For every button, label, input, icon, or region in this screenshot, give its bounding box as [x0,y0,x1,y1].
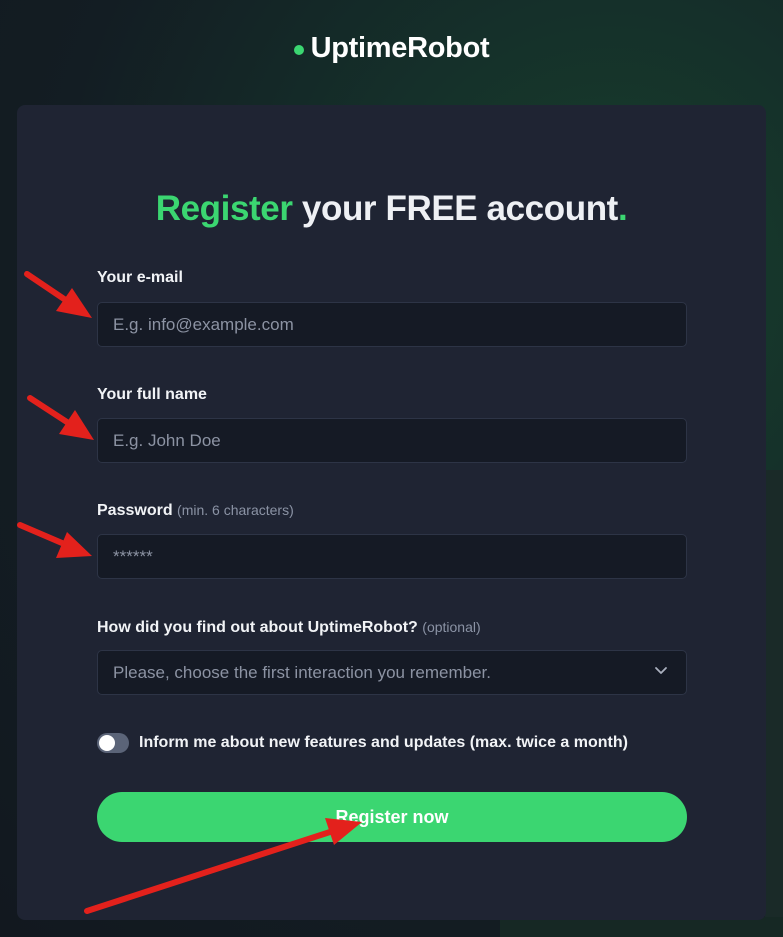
password-field[interactable] [98,535,686,578]
source-label-text: How did you find out about UptimeRobot? [97,619,418,636]
newsletter-toggle[interactable] [97,733,129,753]
source-select-value: Please, choose the first interaction you… [113,663,491,682]
register-card: Register your FREE account. Your e-mail … [17,105,766,920]
source-select[interactable]: Please, choose the first interaction you… [97,650,687,695]
email-label-text: Your e-mail [97,269,183,286]
password-field-wrapper [97,534,687,579]
password-label: Password (min. 6 characters) [97,502,294,520]
page-title-dot: . [617,189,628,228]
status-dot-icon [293,45,304,55]
chevron-down-icon [655,667,667,674]
password-label-text: Password [97,502,173,519]
logo[interactable]: UptimeRobot [0,32,783,65]
email-label: Your e-mail [97,269,183,287]
page-title-text: your FREE account [292,189,618,228]
toggle-knob [99,735,115,751]
password-hint: (min. 6 characters) [177,502,294,518]
source-hint: (optional) [422,619,481,635]
full-name-field[interactable] [98,419,686,462]
newsletter-label[interactable]: Inform me about new features and updates… [139,734,628,752]
full-name-label-text: Your full name [97,386,207,403]
logo-text: UptimeRobot [310,32,490,64]
background-shape [765,470,783,937]
page-title-highlight: Register [155,189,293,228]
email-field-wrapper [97,302,687,347]
register-button[interactable]: Register now [97,792,687,842]
page-title: Register your FREE account. [17,189,766,229]
source-label: How did you find out about UptimeRobot? … [97,619,481,637]
full-name-field-wrapper [97,418,687,463]
email-field[interactable] [98,303,686,346]
background-shape [500,917,783,937]
full-name-label: Your full name [97,386,207,404]
